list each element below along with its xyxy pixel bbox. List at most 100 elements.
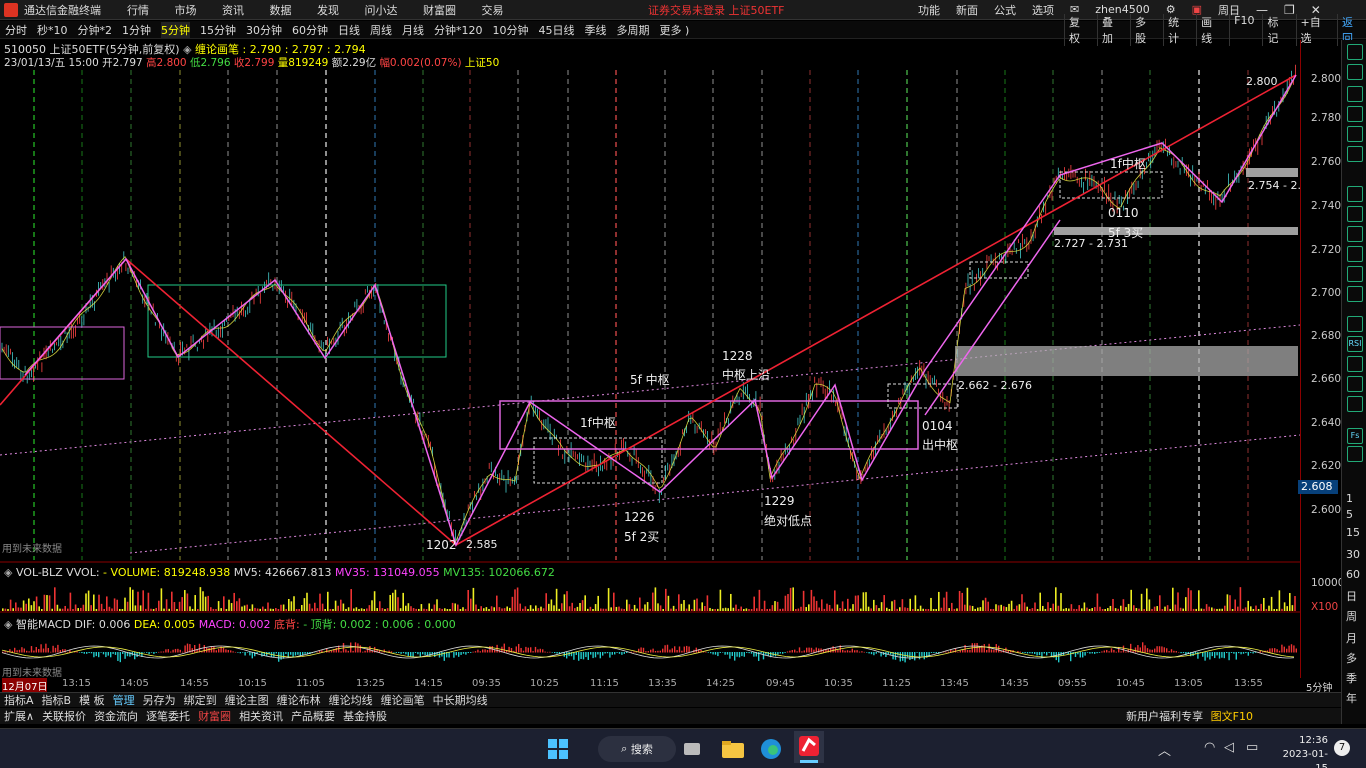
tool-icon[interactable]	[1347, 106, 1363, 122]
volume-bar	[873, 599, 875, 611]
tab-chan-main[interactable]: 缠论主图	[225, 692, 269, 708]
period-tab[interactable]: 60分钟	[292, 22, 328, 38]
menu-discover[interactable]: 发现	[317, 4, 339, 17]
status-expand[interactable]: 扩展∧	[4, 708, 34, 724]
tab-save-as[interactable]: 另存为	[143, 692, 176, 708]
status-related-quotes[interactable]: 关联报价	[42, 708, 86, 724]
tool-icon[interactable]	[1347, 446, 1363, 462]
period-day[interactable]: 日	[1346, 588, 1357, 604]
collapse-icon[interactable]: ◈	[4, 618, 12, 631]
period-tab-active[interactable]: 5分钟	[161, 21, 190, 38]
collapse-icon[interactable]: ◈	[4, 566, 12, 579]
tab-chan-boll[interactable]: 缠论布林	[277, 692, 321, 708]
tool-icon[interactable]	[1347, 186, 1363, 202]
period-tab[interactable]: 季线	[585, 22, 607, 38]
tool-icon[interactable]	[1347, 226, 1363, 242]
period-tab[interactable]: 更多 )	[660, 22, 690, 38]
battery-icon[interactable]: ▭	[1246, 740, 1258, 755]
kline-chart[interactable]	[0, 40, 1300, 680]
login-notice[interactable]: 证券交易未登录 上证50ETF	[648, 2, 785, 18]
speaker-icon[interactable]: ◁	[1224, 740, 1234, 755]
tool-icon[interactable]	[1347, 86, 1363, 102]
status-fund-flow[interactable]: 资金流向	[94, 708, 138, 724]
taskbar-search[interactable]: ⌕ 搜索	[598, 736, 676, 762]
notification-badge[interactable]: 7	[1334, 740, 1350, 756]
tab-indicator-b[interactable]: 指标B	[42, 692, 72, 708]
tool-icon[interactable]	[1347, 206, 1363, 222]
status-product[interactable]: 产品概要	[291, 708, 335, 724]
menu-wealth[interactable]: 财富圈	[423, 4, 456, 17]
tab-bind[interactable]: 绑定到	[184, 692, 217, 708]
period-tab[interactable]: 30分钟	[246, 22, 282, 38]
start-icon[interactable]	[548, 739, 568, 762]
chevron-up-icon[interactable]: ︿	[1158, 740, 1171, 759]
tool-icon[interactable]	[1347, 316, 1363, 332]
period-tab[interactable]: 分钟*2	[78, 22, 113, 38]
formula-button[interactable]: 公式	[994, 2, 1016, 18]
period-multi[interactable]: 多	[1346, 650, 1357, 666]
period-tab[interactable]: 日线	[338, 22, 360, 38]
menu-news[interactable]: 资讯	[222, 4, 244, 17]
period-tab[interactable]: 15分钟	[200, 22, 236, 38]
fs-icon[interactable]: Fs	[1347, 428, 1363, 444]
wifi-icon[interactable]: ◠	[1204, 740, 1215, 755]
tool-icon[interactable]	[1347, 246, 1363, 262]
tab-long-ma[interactable]: 中长期均线	[433, 692, 488, 708]
period-tab[interactable]: 10分钟	[493, 22, 529, 38]
tool-icon[interactable]	[1347, 266, 1363, 282]
tool-icon[interactable]	[1347, 286, 1363, 302]
tab-chan-ma[interactable]: 缠论均线	[329, 692, 373, 708]
tab-template[interactable]: 模 板	[79, 692, 105, 708]
status-wealth[interactable]: 财富圈	[198, 708, 231, 724]
menu-quotes[interactable]: 行情	[127, 4, 149, 17]
period-tab[interactable]: 周线	[370, 22, 392, 38]
period-week[interactable]: 周	[1346, 608, 1357, 624]
tool-icon[interactable]	[1347, 64, 1363, 80]
tab-indicator-a[interactable]: 指标A	[4, 692, 34, 708]
options-button[interactable]: 选项	[1032, 2, 1054, 18]
menu-market[interactable]: 市场	[175, 4, 197, 17]
rsi-icon[interactable]: RSI	[1347, 336, 1363, 352]
period-month[interactable]: 月	[1346, 630, 1357, 646]
period-tab[interactable]: 秒*10	[37, 22, 68, 38]
edge-browser-icon[interactable]	[760, 738, 782, 763]
menu-trade[interactable]: 交易	[482, 4, 504, 17]
period-15[interactable]: 15	[1346, 526, 1360, 539]
move-icon[interactable]	[1347, 376, 1363, 392]
period-1[interactable]: 1	[1346, 492, 1353, 505]
period-tab[interactable]: 1分钟	[122, 22, 151, 38]
tool-icon[interactable]	[1347, 126, 1363, 142]
macd-bar	[1271, 648, 1273, 653]
period-year[interactable]: 年	[1346, 690, 1357, 706]
new-page-button[interactable]: 新面	[956, 2, 978, 18]
promo-text[interactable]: 新用户福利专享 图文F10	[1122, 708, 1253, 724]
tdx-app-icon[interactable]	[794, 731, 824, 766]
macd-bar	[364, 650, 366, 653]
status-holdings[interactable]: 基金持股	[343, 708, 387, 724]
period-tab[interactable]: 多周期	[617, 22, 650, 38]
status-order-detail[interactable]: 逐笔委托	[146, 708, 190, 724]
pen-icon[interactable]	[1347, 396, 1363, 412]
file-explorer-icon[interactable]	[722, 739, 744, 762]
period-tab[interactable]: 分钟*120	[434, 22, 483, 38]
function-button[interactable]: 功能	[918, 2, 940, 18]
period-60[interactable]: 60	[1346, 568, 1360, 581]
status-news[interactable]: 相关资讯	[239, 708, 283, 724]
macd-bar	[134, 652, 136, 660]
period-tab[interactable]: 月线	[402, 22, 424, 38]
tool-icon[interactable]	[1347, 356, 1363, 372]
period-5[interactable]: 5	[1346, 508, 1353, 521]
period-tab[interactable]: 45日线	[539, 22, 575, 38]
period-quarter[interactable]: 季	[1346, 670, 1357, 686]
system-clock[interactable]: 12:36 2023-01-15	[1276, 734, 1328, 768]
period-tab[interactable]: 分时	[5, 22, 27, 38]
menu-data[interactable]: 数据	[270, 4, 292, 17]
macd-bars	[1, 642, 1297, 663]
tool-icon[interactable]	[1347, 146, 1363, 162]
task-view-icon[interactable]	[682, 739, 702, 762]
tab-manage[interactable]: 管理	[113, 692, 135, 708]
tool-icon[interactable]	[1347, 44, 1363, 60]
period-30[interactable]: 30	[1346, 548, 1360, 561]
menu-ask[interactable]: 问小达	[365, 4, 398, 17]
tab-chan-pen[interactable]: 缠论画笔	[381, 692, 425, 708]
